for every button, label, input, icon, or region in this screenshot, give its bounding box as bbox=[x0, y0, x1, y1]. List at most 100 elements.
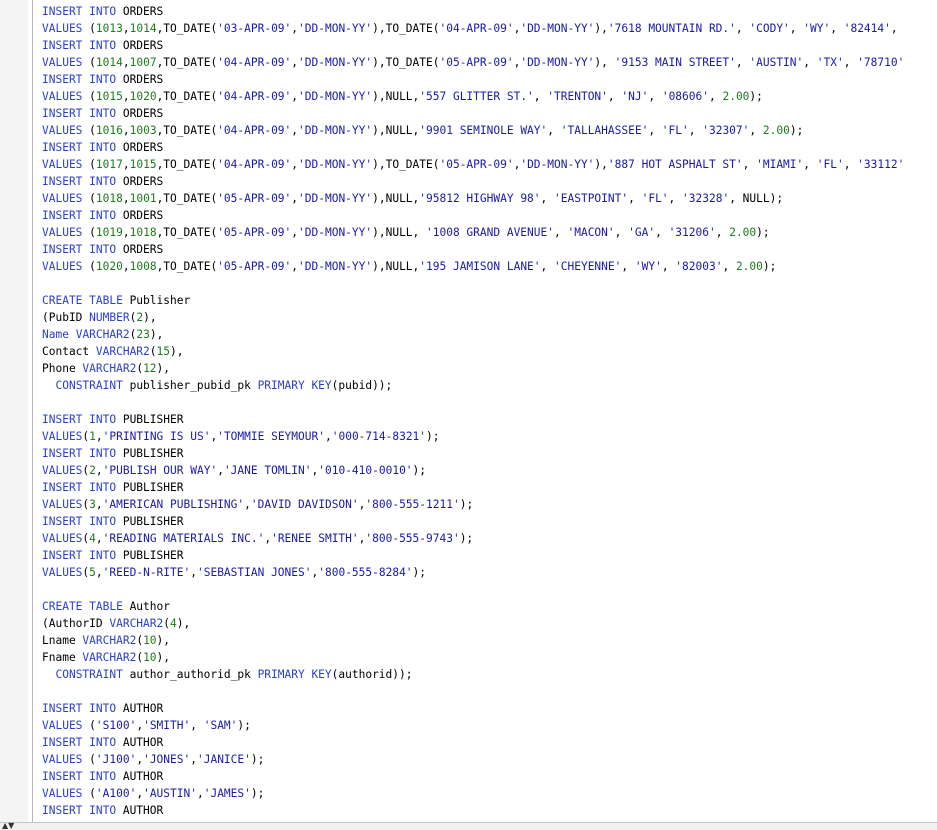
code-line[interactable]: VALUES (1018,1001,TO_DATE('05-APR-09','D… bbox=[42, 190, 937, 207]
code-text: , bbox=[715, 226, 730, 239]
code-text: ); bbox=[412, 566, 427, 579]
code-text: Publisher bbox=[122, 294, 191, 307]
string-literal: 'WY' bbox=[634, 260, 662, 273]
sql-keyword: VALUES bbox=[42, 260, 83, 273]
code-line[interactable]: INSERT INTO ORDERS bbox=[42, 37, 937, 54]
string-literal: '7618 MOUNTAIN RD.' bbox=[607, 22, 736, 35]
code-line[interactable]: INSERT INTO AUTHOR bbox=[42, 802, 937, 819]
code-line[interactable]: VALUES (1017,1015,TO_DATE('04-APR-09','D… bbox=[42, 156, 937, 173]
number-literal: 1018 bbox=[129, 226, 157, 239]
code-text: ), bbox=[594, 56, 615, 69]
code-line[interactable]: VALUES(1,'PRINTING IS US','TOMMIE SEYMOU… bbox=[42, 428, 937, 445]
code-line[interactable]: VALUES(2,'PUBLISH OUR WAY','JANE TOMLIN'… bbox=[42, 462, 937, 479]
code-line[interactable]: Contact VARCHAR2(15), bbox=[42, 343, 937, 360]
code-line[interactable]: VALUES (1020,1008,TO_DATE('05-APR-09','D… bbox=[42, 258, 937, 275]
code-line[interactable]: INSERT INTO AUTHOR bbox=[42, 700, 937, 717]
code-line[interactable]: CREATE TABLE Author bbox=[42, 598, 937, 615]
code-line[interactable]: CONSTRAINT publisher_pubid_pk PRIMARY KE… bbox=[42, 377, 937, 394]
code-line[interactable]: VALUES (1015,1020,TO_DATE('04-APR-09','D… bbox=[42, 88, 937, 105]
code-line[interactable]: INSERT INTO ORDERS bbox=[42, 71, 937, 88]
collapse-expand-icon[interactable]: ▲▼ bbox=[2, 822, 24, 830]
code-line[interactable]: Name VARCHAR2(23), bbox=[42, 326, 937, 343]
code-line[interactable]: INSERT INTO ORDERS bbox=[42, 241, 937, 258]
code-line[interactable]: INSERT INTO PUBLISHER bbox=[42, 479, 937, 496]
string-literal: 'SAM' bbox=[203, 719, 238, 732]
string-literal: 'NJ' bbox=[621, 90, 649, 103]
code-text: ), bbox=[143, 311, 157, 324]
code-line[interactable]: Fname VARCHAR2(10), bbox=[42, 649, 937, 666]
string-literal: 'J100' bbox=[95, 753, 137, 766]
code-text: , bbox=[190, 566, 197, 579]
code-line[interactable]: CONSTRAINT author_authorid_pk PRIMARY KE… bbox=[42, 666, 937, 683]
string-literal: '05-APR-09' bbox=[217, 192, 292, 205]
code-text: ORDERS bbox=[116, 39, 164, 52]
sql-keyword: INSERT INTO bbox=[42, 736, 117, 749]
code-line[interactable] bbox=[42, 683, 937, 700]
code-line[interactable]: (PubID NUMBER(2), bbox=[42, 309, 937, 326]
code-text: Contact bbox=[42, 345, 96, 358]
number-literal: 1017 bbox=[95, 158, 123, 171]
code-text: , bbox=[547, 124, 561, 137]
code-text: , bbox=[95, 566, 103, 579]
code-text: , bbox=[843, 158, 858, 171]
code-line[interactable]: VALUES ('J100','JONES','JANICE'); bbox=[42, 751, 937, 768]
sql-code-editor[interactable]: INSERT INTO ORDERS VALUES (1013,1014,TO_D… bbox=[42, 3, 937, 822]
sql-keyword: VALUES bbox=[42, 158, 83, 171]
code-text: Fname bbox=[42, 651, 83, 664]
sql-keyword: CREATE TABLE bbox=[42, 294, 123, 307]
code-text: , bbox=[217, 464, 224, 477]
code-line[interactable]: INSERT INTO ORDERS bbox=[42, 139, 937, 156]
code-line[interactable]: Lname VARCHAR2(10), bbox=[42, 632, 937, 649]
code-line[interactable]: INSERT INTO AUTHOR bbox=[42, 734, 937, 751]
code-line[interactable]: VALUES(3,'AMERICAN PUBLISHING','DAVID DA… bbox=[42, 496, 937, 513]
code-text: , bbox=[122, 226, 130, 239]
code-text: ,TO_DATE( bbox=[156, 226, 218, 239]
code-line[interactable]: VALUES (1014,1007,TO_DATE('04-APR-09','D… bbox=[42, 54, 937, 71]
string-literal: '33112' bbox=[857, 158, 905, 171]
code-text: AUTHOR bbox=[116, 702, 164, 715]
code-line[interactable]: INSERT INTO PUBLISHER bbox=[42, 411, 937, 428]
code-line[interactable]: VALUES(5,'REED-N-RITE','SEBASTIAN JONES'… bbox=[42, 564, 937, 581]
code-line[interactable]: INSERT INTO ORDERS bbox=[42, 3, 937, 20]
code-text: , bbox=[196, 787, 204, 800]
sql-keyword: VALUES bbox=[42, 90, 83, 103]
code-folding-margin[interactable] bbox=[28, 0, 38, 822]
code-line[interactable]: Phone VARCHAR2(12), bbox=[42, 360, 937, 377]
code-line[interactable]: VALUES ('S100','SMITH', 'SAM'); bbox=[42, 717, 937, 734]
code-line[interactable] bbox=[42, 275, 937, 292]
code-line[interactable]: VALUES (1019,1018,TO_DATE('05-APR-09','D… bbox=[42, 224, 937, 241]
code-text: ,TO_DATE( bbox=[156, 56, 218, 69]
string-literal: 'CODY' bbox=[749, 22, 790, 35]
code-line[interactable]: (AuthorID VARCHAR2(4), bbox=[42, 615, 937, 632]
code-line[interactable]: INSERT INTO PUBLISHER bbox=[42, 513, 937, 530]
code-line[interactable] bbox=[42, 394, 937, 411]
code-text: , bbox=[621, 260, 635, 273]
string-literal: 'FL' bbox=[641, 192, 669, 205]
code-line[interactable]: INSERT INTO PUBLISHER bbox=[42, 445, 937, 462]
string-literal: 'DAVID DAVIDSON' bbox=[250, 498, 359, 511]
code-text: ( bbox=[82, 226, 96, 239]
code-line[interactable]: VALUES ('A100','AUSTIN','JAMES'); bbox=[42, 785, 937, 802]
code-line[interactable]: VALUES(4,'READING MATERIALS INC.','RENEE… bbox=[42, 530, 937, 547]
code-text: , bbox=[648, 90, 662, 103]
code-text: , bbox=[95, 498, 103, 511]
code-line[interactable] bbox=[42, 581, 937, 598]
string-literal: 'READING MATERIALS INC.' bbox=[102, 532, 265, 545]
code-line[interactable]: INSERT INTO ORDERS bbox=[42, 207, 937, 224]
number-literal: 1014 bbox=[95, 56, 123, 69]
code-line[interactable]: INSERT INTO ORDERS bbox=[42, 105, 937, 122]
code-text: (PubID bbox=[42, 311, 90, 324]
code-text: AUTHOR bbox=[116, 804, 164, 817]
code-line[interactable]: INSERT INTO ORDERS bbox=[42, 173, 937, 190]
code-line[interactable]: VALUES (1013,1014,TO_DATE('03-APR-09','D… bbox=[42, 20, 937, 37]
code-line[interactable]: INSERT INTO PUBLISHER bbox=[42, 547, 937, 564]
code-text: AUTHOR bbox=[116, 736, 164, 749]
number-literal: 10 bbox=[143, 651, 157, 664]
code-line[interactable]: INSERT INTO AUTHOR bbox=[42, 768, 937, 785]
code-line[interactable]: CREATE TABLE Publisher bbox=[42, 292, 937, 309]
string-literal: 'FL' bbox=[661, 124, 689, 137]
number-literal: 1019 bbox=[95, 226, 123, 239]
code-line[interactable]: VALUES (1016,1003,TO_DATE('04-APR-09','D… bbox=[42, 122, 937, 139]
